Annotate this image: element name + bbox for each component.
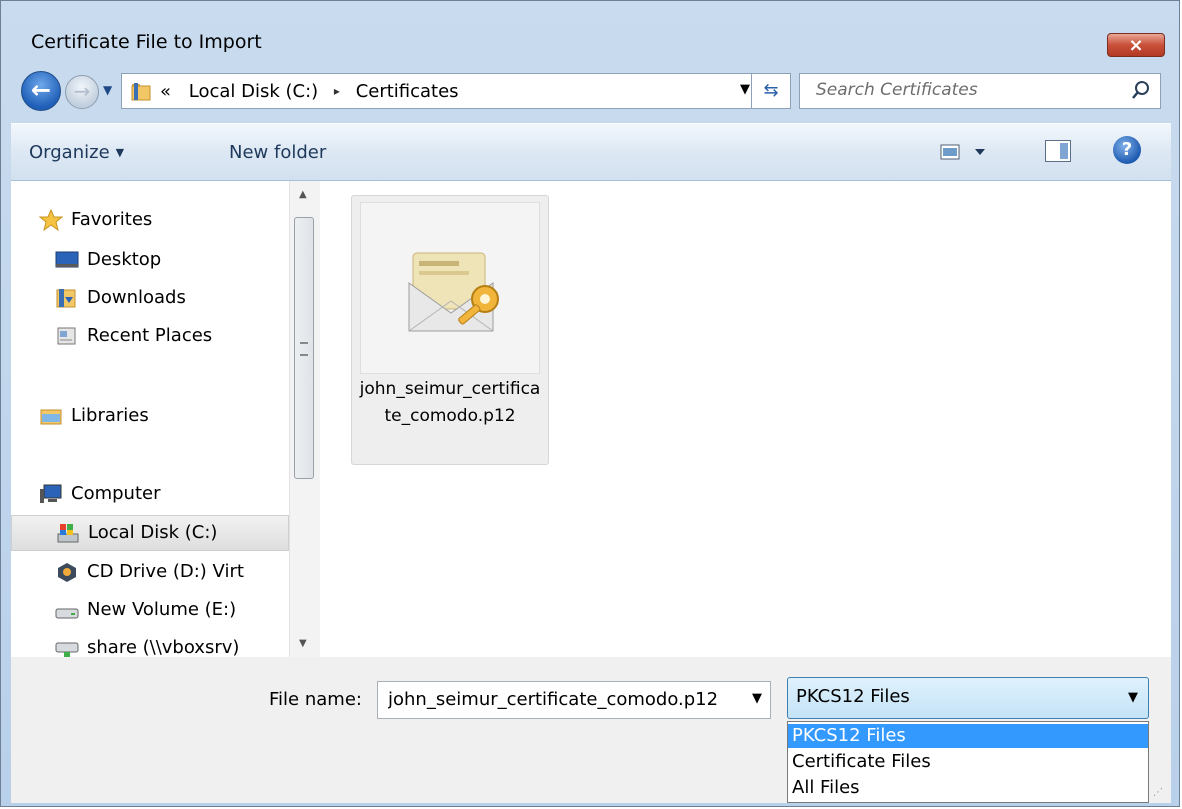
local-disk-icon: [57, 524, 79, 543]
history-dropdown-button[interactable]: ▼: [103, 83, 112, 97]
sidebar-item-desktop[interactable]: Desktop: [11, 243, 289, 279]
refresh-icon: ⇆: [763, 80, 779, 101]
forward-button[interactable]: →: [65, 75, 99, 109]
nav-scrollbar[interactable]: ▲ ▼: [289, 181, 320, 657]
new-folder-button[interactable]: New folder: [229, 142, 326, 163]
computer-icon: [40, 484, 62, 503]
chevron-down-icon: ▼: [115, 146, 125, 159]
chevron-down-icon: ▼: [740, 82, 750, 97]
desktop-icon: [55, 251, 79, 268]
sidebar-item-favorites[interactable]: Favorites: [11, 203, 289, 239]
certificate-key-icon: [408, 252, 499, 332]
sidebar-item-new-volume[interactable]: New Volume (E:): [11, 593, 289, 629]
breadcrumb-item-certificates[interactable]: Certificates: [356, 81, 459, 102]
folder-icon: [131, 83, 151, 101]
file-type-option-pkcs12[interactable]: PKCS12 Files: [788, 724, 1148, 748]
scroll-down-icon[interactable]: ▼: [299, 638, 307, 649]
file-type-option-certificate[interactable]: Certificate Files: [788, 750, 1148, 774]
file-type-select[interactable]: PKCS12 Files ▼: [787, 677, 1149, 719]
chevron-down-icon[interactable]: ▼: [752, 691, 762, 706]
sidebar-item-computer[interactable]: Computer: [11, 477, 289, 513]
search-icon[interactable]: [1130, 79, 1152, 101]
grip-icon: [300, 342, 308, 356]
refresh-button[interactable]: ⇆: [751, 74, 790, 108]
organize-label: Organize: [29, 142, 110, 163]
file-name-input[interactable]: [386, 688, 730, 711]
sidebar-item-downloads[interactable]: Downloads: [11, 281, 289, 317]
arrow-left-icon: ←: [30, 76, 52, 104]
dialog-window: Certificate File to Import × ← → ▼ « Loc…: [0, 0, 1180, 807]
help-button[interactable]: ?: [1113, 136, 1141, 164]
downloads-icon: [56, 289, 76, 308]
organize-button[interactable]: Organize ▼: [29, 142, 124, 163]
sidebar-item-share[interactable]: share (\\vboxsrv): [11, 631, 289, 657]
file-name-label: File name:: [269, 689, 362, 710]
sidebar-item-label: share (\\vboxsrv): [87, 637, 240, 657]
close-button[interactable]: ×: [1107, 33, 1165, 57]
sidebar-item-local-disk[interactable]: Local Disk (C:): [11, 515, 289, 551]
resize-grip-icon[interactable]: ⋰: [1153, 787, 1167, 801]
sidebar-item-label: Favorites: [71, 209, 153, 230]
sidebar-item-cd-drive[interactable]: CD Drive (D:) Virt: [11, 555, 289, 591]
preview-pane-icon[interactable]: [1045, 140, 1071, 162]
sidebar-item-label: Computer: [71, 483, 161, 504]
sidebar-item-libraries[interactable]: Libraries: [11, 399, 289, 435]
file-thumbnail: [360, 202, 540, 374]
change-view-button[interactable]: [937, 140, 997, 164]
chevron-down-icon: ▼: [103, 83, 113, 97]
star-icon: [39, 209, 63, 231]
scrollbar-thumb[interactable]: [294, 217, 314, 479]
window-title: Certificate File to Import: [31, 31, 262, 53]
sidebar-item-label: Recent Places: [87, 325, 213, 346]
breadcrumb-overflow[interactable]: «: [160, 81, 171, 102]
file-type-selected-value: PKCS12 Files: [796, 686, 910, 707]
sidebar-item-label: Desktop: [87, 249, 162, 270]
address-row: ← → ▼ « Local Disk (C:) ▸ Certificates ▼…: [21, 69, 1161, 113]
sidebar-item-label: CD Drive (D:) Virt: [87, 561, 244, 582]
search-input[interactable]: [814, 79, 1118, 101]
network-drive-icon: [55, 642, 79, 657]
drive-icon: [55, 608, 79, 619]
main-area: Favorites Desktop Downloads Recent Place…: [11, 181, 1171, 657]
scroll-up-icon[interactable]: ▲: [299, 189, 307, 200]
breadcrumb-item-local-disk[interactable]: Local Disk (C:): [189, 81, 318, 102]
navigation-pane: Favorites Desktop Downloads Recent Place…: [11, 181, 321, 657]
sidebar-item-label: Libraries: [71, 405, 149, 426]
sidebar-item-label: New Volume (E:): [87, 599, 237, 620]
sidebar-item-label: Downloads: [87, 287, 186, 308]
breadcrumb-separator-icon[interactable]: ▸: [334, 84, 340, 98]
file-type-option-all[interactable]: All Files: [788, 776, 1148, 800]
view-options-icon: [940, 144, 985, 160]
address-dropdown-button[interactable]: ▼: [740, 82, 750, 97]
bottom-panel: File name: ▼ PKCS12 Files ▼ PKCS12 Files…: [11, 657, 1171, 803]
arrow-right-icon: →: [73, 79, 91, 103]
chevron-down-icon: ▼: [1128, 690, 1138, 705]
search-box: [799, 73, 1161, 109]
file-name-label: john_seimur_certificate_comodo.p12: [359, 379, 541, 426]
title-bar: Certificate File to Import ×: [1, 1, 1179, 59]
sidebar-item-recent-places[interactable]: Recent Places: [11, 319, 289, 355]
command-toolbar: Organize ▼ New folder ?: [11, 123, 1171, 181]
breadcrumb: « Local Disk (C:) ▸ Certificates: [160, 81, 459, 102]
back-button[interactable]: ←: [21, 71, 61, 111]
file-type-dropdown-list: PKCS12 Files Certificate Files All Files: [787, 721, 1149, 803]
address-bar[interactable]: « Local Disk (C:) ▸ Certificates ▼ ⇆: [121, 73, 791, 109]
cd-drive-icon: [58, 563, 76, 582]
file-item[interactable]: john_seimur_certificate_comodo.p12: [351, 195, 549, 465]
sidebar-item-label: Local Disk (C:): [88, 522, 218, 543]
libraries-icon: [40, 409, 62, 425]
recent-places-icon: [57, 327, 76, 345]
file-name-combobox: ▼: [377, 681, 771, 719]
